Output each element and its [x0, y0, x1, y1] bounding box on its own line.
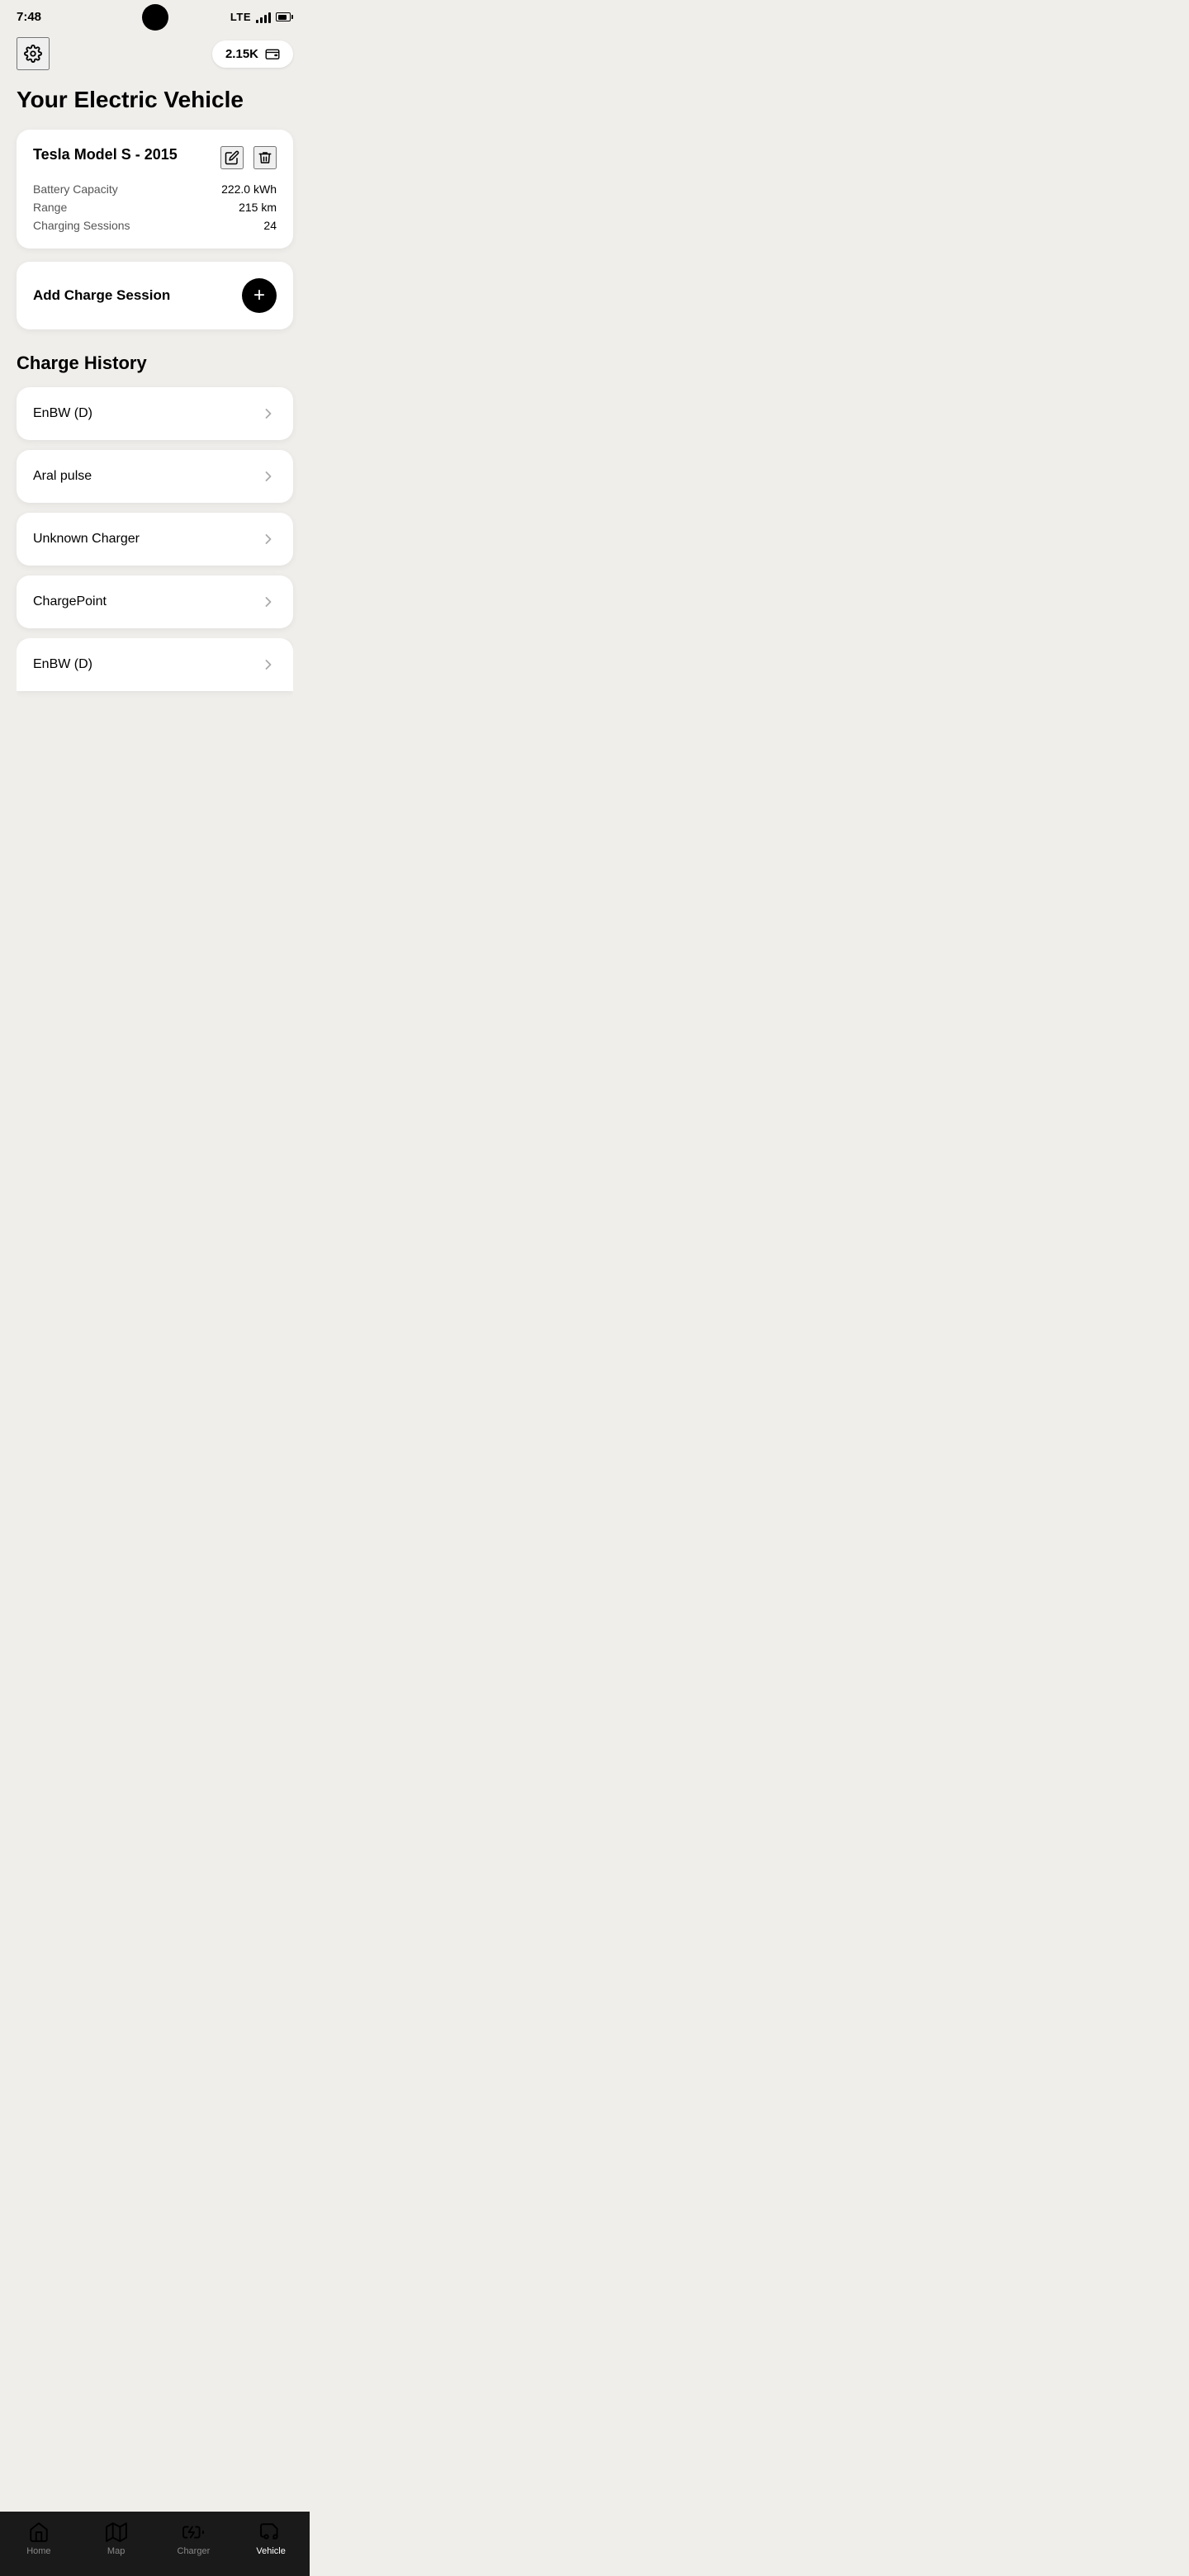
status-bar: 7:48 LTE	[0, 0, 310, 31]
chevron-right-icon-3	[260, 594, 277, 610]
battery-capacity-row: Battery Capacity 222.0 kWh	[33, 182, 277, 196]
sessions-value: 24	[263, 219, 277, 232]
chevron-right-icon-1	[260, 468, 277, 485]
charge-history-title: Charge History	[17, 353, 293, 374]
battery-tip	[291, 15, 293, 19]
chevron-right-icon-0	[260, 405, 277, 422]
history-item-name-0: EnBW (D)	[33, 406, 92, 421]
vehicle-icon	[260, 2522, 282, 2543]
add-charge-session-card[interactable]: Add Charge Session +	[17, 262, 293, 329]
nav-label-home: Home	[26, 2546, 50, 2556]
signal-bar-4	[268, 12, 271, 23]
battery-body	[276, 12, 291, 21]
chevron-right-icon-2	[260, 531, 277, 547]
signal-bar-2	[260, 17, 263, 23]
vehicle-name: Tesla Model S - 2015	[33, 146, 178, 163]
history-item-name-2: Unknown Charger	[33, 532, 140, 547]
vehicle-card: Tesla Model S - 2015	[17, 130, 293, 249]
vehicle-card-header: Tesla Model S - 2015	[33, 146, 277, 169]
range-value: 215 km	[239, 201, 277, 214]
status-right: LTE	[230, 11, 293, 23]
charger-icon	[182, 2522, 204, 2543]
chevron-right-icon-4	[260, 656, 277, 673]
nav-label-vehicle: Vehicle	[256, 2546, 285, 2556]
battery-fill	[278, 15, 287, 20]
history-item-4[interactable]: EnBW (D)	[17, 638, 293, 691]
settings-button[interactable]	[17, 37, 50, 70]
bottom-nav: Home Map Charger Vehicle	[0, 2512, 310, 2576]
delete-vehicle-button[interactable]	[253, 146, 277, 169]
plus-icon: +	[253, 286, 265, 305]
wallet-amount: 2.15K	[225, 47, 258, 61]
history-item-3[interactable]: ChargePoint	[17, 575, 293, 628]
nav-item-vehicle[interactable]: Vehicle	[246, 2522, 296, 2556]
history-item-name-3: ChargePoint	[33, 594, 107, 609]
nav-label-map: Map	[107, 2546, 125, 2556]
history-item-1[interactable]: Aral pulse	[17, 450, 293, 503]
charge-history-list: EnBW (D) Aral pulse Unknown Charger Char…	[17, 387, 293, 691]
main-content: Your Electric Vehicle Tesla Model S - 20…	[0, 80, 310, 774]
page-title: Your Electric Vehicle	[17, 87, 293, 113]
nav-item-charger[interactable]: Charger	[168, 2522, 218, 2556]
history-item-2[interactable]: Unknown Charger	[17, 513, 293, 566]
wallet-icon	[265, 48, 280, 59]
add-session-label: Add Charge Session	[33, 287, 170, 304]
status-time: 7:48	[17, 10, 41, 24]
signal-bar-1	[256, 20, 258, 23]
add-session-button[interactable]: +	[242, 278, 277, 313]
battery-icon	[276, 12, 293, 21]
battery-capacity-label: Battery Capacity	[33, 182, 118, 196]
signal-bars	[256, 12, 271, 23]
history-item-name-1: Aral pulse	[33, 469, 92, 484]
wallet-badge[interactable]: 2.15K	[212, 40, 293, 68]
gear-icon	[24, 45, 42, 63]
history-item-0[interactable]: EnBW (D)	[17, 387, 293, 440]
nav-label-charger: Charger	[178, 2546, 211, 2556]
camera-notch	[142, 4, 168, 31]
vehicle-actions	[220, 146, 277, 169]
nav-item-home[interactable]: Home	[14, 2522, 64, 2556]
home-icon	[28, 2522, 50, 2543]
sessions-label: Charging Sessions	[33, 219, 130, 232]
signal-bar-3	[264, 15, 267, 23]
range-row: Range 215 km	[33, 201, 277, 214]
network-indicator: LTE	[230, 11, 251, 23]
edit-vehicle-button[interactable]	[220, 146, 244, 169]
battery-capacity-value: 222.0 kWh	[221, 182, 277, 196]
map-icon	[106, 2522, 127, 2543]
sessions-row: Charging Sessions 24	[33, 219, 277, 232]
nav-item-map[interactable]: Map	[92, 2522, 141, 2556]
vehicle-stats: Battery Capacity 222.0 kWh Range 215 km …	[33, 182, 277, 232]
header: 2.15K	[0, 31, 310, 80]
history-item-name-4: EnBW (D)	[33, 657, 92, 672]
range-label: Range	[33, 201, 67, 214]
edit-icon	[225, 150, 239, 165]
camera-pill	[142, 4, 168, 31]
delete-icon	[258, 150, 272, 165]
